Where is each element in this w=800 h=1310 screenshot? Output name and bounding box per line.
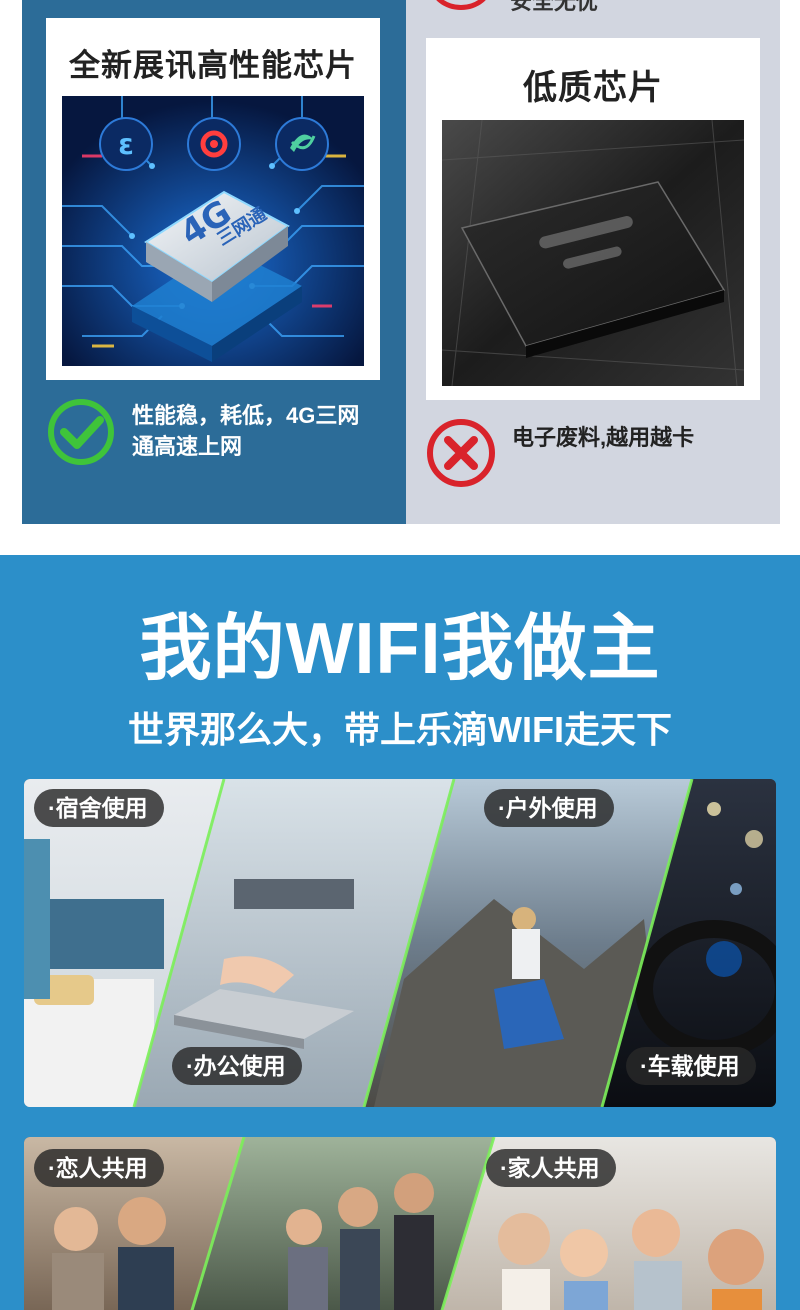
svg-text:ε: ε (118, 128, 134, 161)
good-verdict-line-1: 性能稳，耗低，4G三网 (132, 403, 360, 428)
chip-comparison-section: 安全无忧 全新展讯高性能芯片 ε 4G 三网通 低质芯片 性能稳，耗低，4G三网… (0, 0, 800, 555)
china-unicom-icon (187, 117, 241, 171)
usage-subtitle: 世界那么大，带上乐滴WIFI走天下 (128, 709, 672, 750)
scene-label-car: ·车载使用 (626, 1047, 756, 1085)
cross-circle-icon (427, 419, 495, 487)
top-strip-text: 安全无忧 (510, 0, 599, 14)
usage-section: 我的WIFI我做主 世界那么大，带上乐滴WIFI走天下 ·宿舍使用 ·办公使用 … (0, 555, 800, 1310)
china-telecom-icon: ε (99, 117, 153, 171)
bad-verdict-text: 电子废料,越用越卡 (512, 425, 695, 450)
scene-label-family: ·家人共用 (486, 1149, 616, 1187)
bad-chip-title: 低质芯片 (523, 69, 663, 107)
check-circle-icon (48, 399, 114, 465)
good-verdict: 性能稳，耗低，4G三网 通高速上网 (46, 398, 386, 468)
good-verdict-text: 性能稳，耗低，4G三网 通高速上网 (132, 400, 392, 462)
scene-label-outdoor: ·户外使用 (484, 789, 614, 827)
bad-chip-card: 低质芯片 (426, 38, 760, 400)
scene-label-dorm: ·宿舍使用 (34, 789, 164, 827)
good-chip-image: ε 4G 三网通 (62, 96, 364, 366)
bad-verdict: 电子废料,越用越卡 (424, 418, 774, 488)
good-chip-card: 全新展讯高性能芯片 ε 4G 三网通 (46, 18, 380, 380)
usage-banner-sharing: ·恋人共用 ·家人共用 (24, 1137, 776, 1310)
scene-label-office: ·办公使用 (172, 1047, 302, 1085)
good-chip-title: 全新展讯高性能芯片 (69, 48, 357, 83)
usage-banner-work-travel: ·宿舍使用 ·办公使用 ·户外使用 ·车载使用 (24, 779, 776, 1107)
scene-label-couple: ·恋人共用 (34, 1149, 164, 1187)
bad-chip-image (442, 120, 744, 386)
usage-title: 我的WIFI我做主 (139, 609, 661, 689)
good-verdict-line-2: 通高速上网 (132, 434, 243, 459)
china-mobile-icon (275, 117, 329, 171)
